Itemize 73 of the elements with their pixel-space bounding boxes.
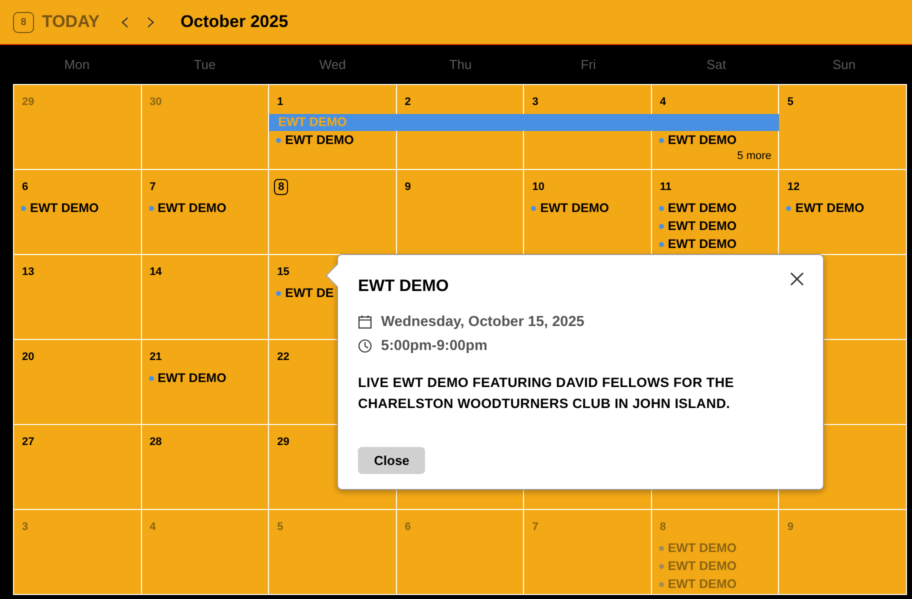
event-item[interactable]: EWT DEMO xyxy=(148,201,262,215)
day-number: 10 xyxy=(532,180,545,194)
day-number: 20 xyxy=(22,350,34,364)
day-cell[interactable]: 5 xyxy=(779,85,906,169)
day-number: 8 xyxy=(660,520,666,534)
event-item[interactable]: EWT DEMO xyxy=(21,201,134,215)
event-item[interactable]: EWT DEMO xyxy=(276,133,389,147)
day-cell[interactable]: 27 xyxy=(14,425,141,509)
day-cell[interactable]: 21 EWT DEMO xyxy=(142,340,268,424)
day-cell[interactable]: 13 xyxy=(14,255,141,339)
day-cell[interactable]: 3 xyxy=(524,85,651,169)
next-button[interactable]: › xyxy=(142,9,160,35)
weekday-label: Mon xyxy=(63,57,91,72)
day-number: 7 xyxy=(150,180,156,194)
day-number: 5 xyxy=(787,95,794,109)
day-cell[interactable]: 20 xyxy=(14,340,141,424)
day-number: 21 xyxy=(150,350,162,364)
day-number: 29 xyxy=(22,95,34,109)
day-cell[interactable]: 10 EWT DEMO xyxy=(524,170,651,254)
day-number: 3 xyxy=(532,95,538,109)
day-cell[interactable]: 4 EWT DEMO 5 more xyxy=(652,85,778,169)
day-cell[interactable]: 9 xyxy=(396,170,524,254)
close-icon[interactable] xyxy=(789,271,805,287)
day-number: 11 xyxy=(660,180,672,194)
event-item[interactable]: EWT DEMO xyxy=(148,371,262,385)
day-number: 27 xyxy=(22,435,34,449)
calendar-icon xyxy=(358,315,372,329)
day-number: 7 xyxy=(532,520,538,534)
day-number: 13 xyxy=(22,265,34,279)
previous-button[interactable]: ‹ xyxy=(116,9,134,35)
event-item[interactable]: EWT DEMO xyxy=(531,201,644,215)
day-number: 28 xyxy=(150,435,162,449)
event-item[interactable]: EWT DEMO xyxy=(658,219,772,233)
event-item[interactable]: EWT DEMO xyxy=(658,237,772,251)
day-cell[interactable]: 11 EWT DEMO EWT DEMO EWT DEMO xyxy=(652,170,778,254)
close-button[interactable]: Close xyxy=(358,447,426,474)
clock-icon xyxy=(358,339,372,353)
day-number: 6 xyxy=(404,520,411,534)
day-number: 3 xyxy=(22,520,28,534)
day-number: 29 xyxy=(277,435,290,449)
weekday-label: Sat xyxy=(705,57,727,72)
event-item[interactable]: EWT DEMO xyxy=(786,201,899,215)
more-link[interactable]: 5 more xyxy=(658,150,772,162)
event-item[interactable]: EWT DEMO xyxy=(658,201,772,215)
day-number: 9 xyxy=(404,180,411,194)
day-cell[interactable]: 1 EWT DEMO EWT DEMO xyxy=(269,85,396,169)
day-cell[interactable]: 8 xyxy=(269,170,396,254)
weekday-label: Wed xyxy=(318,57,347,72)
day-number: 5 xyxy=(277,520,284,534)
day-cell[interactable]: 12 EWT DEMO xyxy=(779,170,906,254)
day-number: 14 xyxy=(150,265,162,279)
day-number: 4 xyxy=(150,520,156,534)
day-number: 30 xyxy=(150,95,162,109)
weekday-label: Tue xyxy=(192,57,217,72)
day-number: 12 xyxy=(787,180,800,194)
day-number: 15 xyxy=(277,265,290,279)
day-cell[interactable]: 6 EWT DEMO xyxy=(14,170,141,254)
weekday-label: Sun xyxy=(831,57,857,72)
day-number: 6 xyxy=(22,180,28,194)
day-cell[interactable]: 2 xyxy=(396,85,524,169)
day-cell[interactable]: 14 xyxy=(142,255,268,339)
weekday-label: Thu xyxy=(448,57,473,72)
day-cell[interactable]: 28 xyxy=(142,425,268,509)
event-item[interactable]: EWT DEMO xyxy=(658,133,772,147)
month-title: October 2025 xyxy=(180,12,288,32)
day-number: 4 xyxy=(660,95,666,109)
day-number: 8 xyxy=(274,179,288,195)
day-number: 1 xyxy=(277,95,284,109)
day-cell[interactable]: 7 EWT DEMO xyxy=(142,170,268,254)
day-number: 9 xyxy=(787,520,794,534)
weekday-label: Fri xyxy=(580,57,597,72)
day-number: 2 xyxy=(404,95,411,109)
day-number: 22 xyxy=(277,350,290,364)
